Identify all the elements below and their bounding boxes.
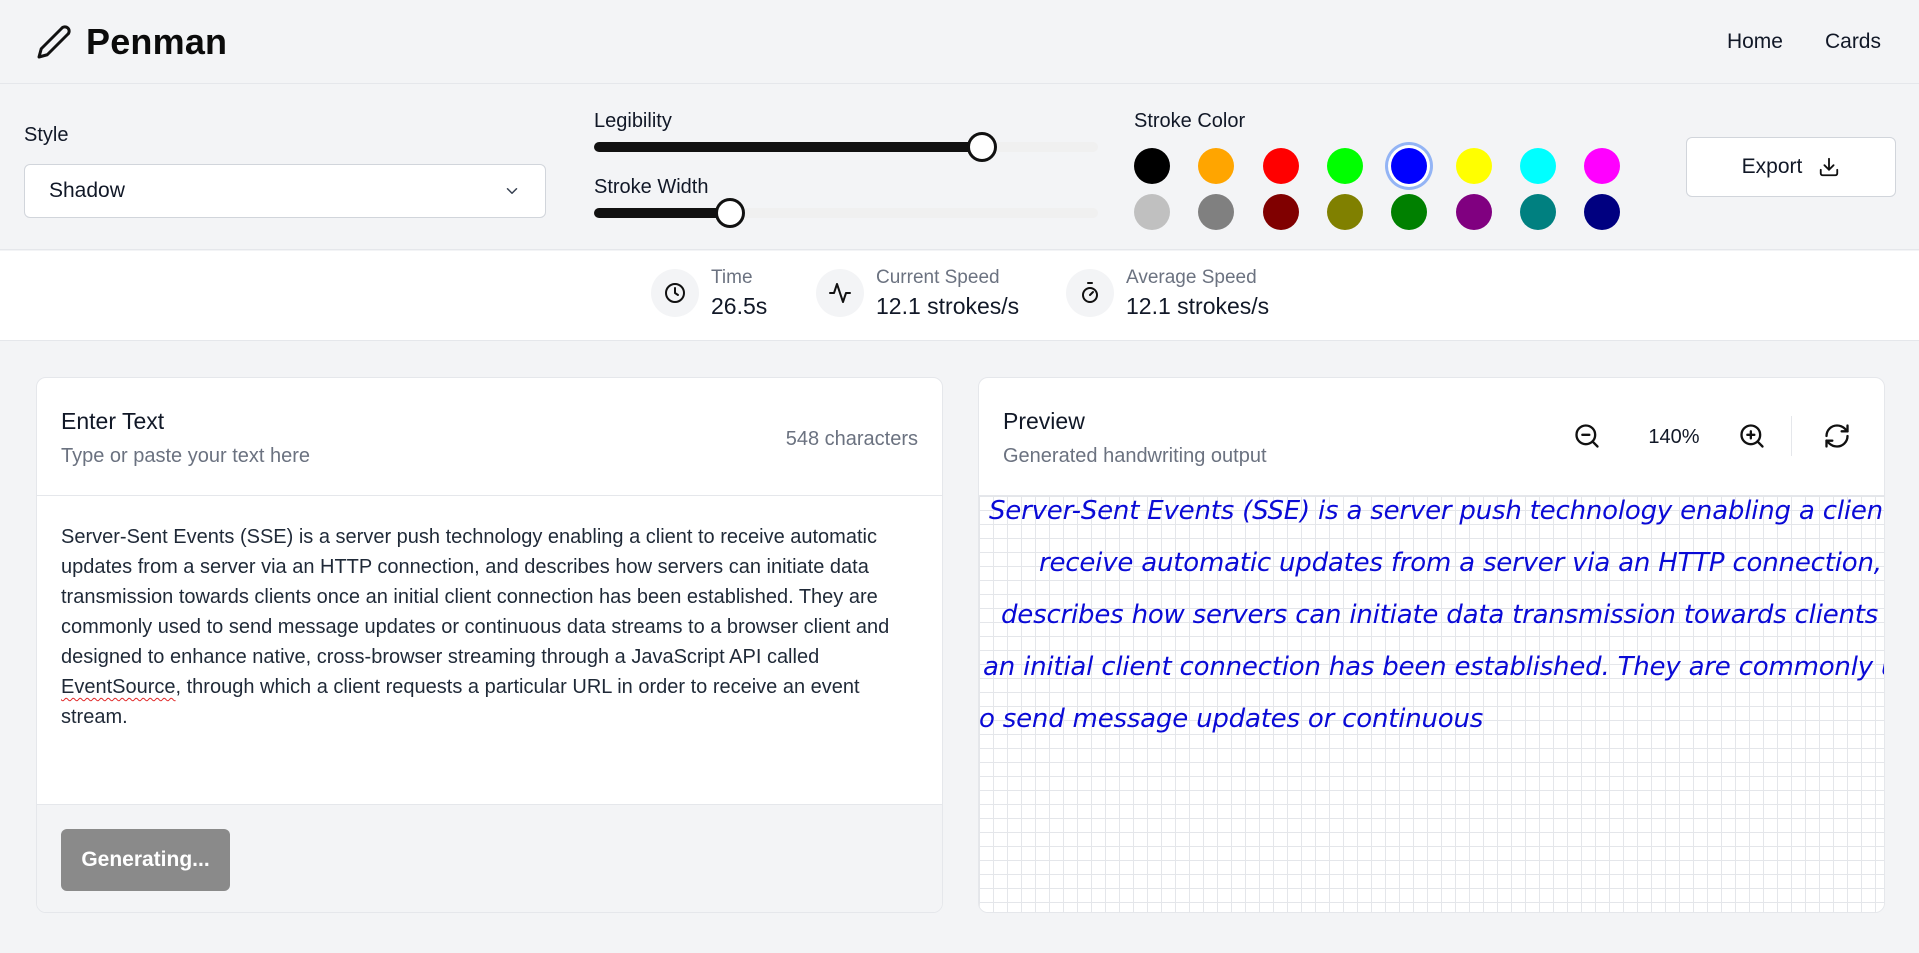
nav-home-link[interactable]: Home xyxy=(1727,30,1783,54)
handwriting-canvas: Server-Sent Events (SSE) is a server pus… xyxy=(979,496,1884,912)
preview-panel-title: Preview xyxy=(1003,408,1085,434)
handwriting-line: receive automatic updates from a server … xyxy=(1039,548,1884,578)
input-panel-subtitle: Type or paste your text here xyxy=(61,445,311,467)
chevron-down-icon xyxy=(506,188,518,194)
character-count: 548 characters xyxy=(785,428,918,450)
legibility-slider[interactable] xyxy=(594,132,1098,162)
time-stat: Time 26.5s xyxy=(651,265,767,321)
zoom-in-icon[interactable] xyxy=(1738,422,1766,450)
toolbar-divider xyxy=(1791,416,1792,456)
download-icon xyxy=(1820,157,1839,177)
controls-bar: Style Shadow Legibility Stroke Width Str… xyxy=(0,84,1919,250)
average-speed-value: 12.1 strokes/s xyxy=(1126,293,1270,319)
color-swatch[interactable] xyxy=(1584,194,1621,230)
nav-cards-link[interactable]: Cards xyxy=(1825,30,1881,54)
input-panel-title: Enter Text xyxy=(61,408,165,434)
stroke-width-thumb[interactable] xyxy=(715,198,746,228)
color-swatch[interactable] xyxy=(1455,194,1492,230)
style-select[interactable]: Shadow xyxy=(24,164,546,218)
pen-icon xyxy=(37,24,71,58)
stroke-width-label: Stroke Width xyxy=(594,176,709,198)
color-swatch[interactable] xyxy=(1198,148,1235,184)
export-label: Export xyxy=(1741,155,1803,178)
color-swatch[interactable] xyxy=(1134,148,1170,184)
main-nav: Home Cards xyxy=(1727,30,1883,54)
text-input-content-end: , through which a client requests a part… xyxy=(61,676,860,728)
stats-bar: Time 26.5s Current Speed 12.1 strokes/s … xyxy=(0,251,1919,341)
color-swatch[interactable] xyxy=(1391,194,1428,230)
handwriting-line: describes how servers can initiate data … xyxy=(1001,600,1884,630)
color-swatch[interactable] xyxy=(1391,148,1428,184)
time-value: 26.5s xyxy=(711,293,768,319)
activity-icon xyxy=(816,269,864,317)
handwriting-line: an initial client connection has been es… xyxy=(983,652,1884,682)
handwriting-line: Server-Sent Events (SSE) is a server pus… xyxy=(989,496,1884,526)
app-title: Penman xyxy=(86,20,228,62)
text-input[interactable]: Server-Sent Events (SSE) is a server pus… xyxy=(61,522,921,732)
reset-icon[interactable] xyxy=(1823,422,1851,450)
color-swatch[interactable] xyxy=(1584,148,1621,184)
timer-icon xyxy=(1066,269,1114,317)
preview-panel-header: Preview Generated handwriting output 140… xyxy=(979,378,1884,496)
color-swatch[interactable] xyxy=(1326,194,1363,230)
color-swatch[interactable] xyxy=(1262,148,1299,184)
legibility-thumb[interactable] xyxy=(967,132,998,162)
current-speed-label: Current Speed xyxy=(876,267,1000,288)
input-panel-header: Enter Text Type or paste your text here … xyxy=(37,378,942,496)
color-swatch[interactable] xyxy=(1198,194,1235,230)
color-swatch[interactable] xyxy=(1519,194,1556,230)
handwriting-line: o send message updates or continuous xyxy=(979,704,1484,734)
input-panel: Enter Text Type or paste your text here … xyxy=(36,377,943,913)
current-speed-stat: Current Speed 12.1 strokes/s xyxy=(816,265,1019,321)
color-swatch[interactable] xyxy=(1262,194,1299,230)
average-speed-stat: Average Speed 12.1 strokes/s xyxy=(1066,265,1269,321)
style-label: Style xyxy=(24,124,69,146)
zoom-out-icon[interactable] xyxy=(1573,422,1601,450)
stroke-color-label: Stroke Color xyxy=(1134,110,1246,132)
current-speed-value: 12.1 strokes/s xyxy=(876,293,1020,319)
color-swatch[interactable] xyxy=(1326,148,1363,184)
stroke-width-slider[interactable] xyxy=(594,198,1098,228)
legibility-fill xyxy=(594,142,983,152)
style-select-value: Shadow xyxy=(49,179,125,202)
generate-button[interactable]: Generating... xyxy=(61,829,230,891)
average-speed-label: Average Speed xyxy=(1126,267,1257,288)
export-button[interactable]: Export xyxy=(1686,137,1896,197)
color-swatch[interactable] xyxy=(1134,194,1170,230)
color-swatch[interactable] xyxy=(1519,148,1556,184)
misspelled-word: EventSource xyxy=(61,676,176,698)
legibility-label: Legibility xyxy=(594,110,672,132)
app-header: Penman Home Cards xyxy=(0,0,1919,84)
brand[interactable]: Penman xyxy=(36,21,227,63)
text-input-content: Server-Sent Events (SSE) is a server pus… xyxy=(61,526,890,668)
preview-panel: Preview Generated handwriting output 140… xyxy=(978,377,1885,913)
zoom-level: 140% xyxy=(1648,426,1700,448)
clock-icon xyxy=(651,269,699,317)
color-swatch[interactable] xyxy=(1455,148,1492,184)
input-panel-footer: Generating... xyxy=(37,804,942,912)
time-label: Time xyxy=(711,267,753,288)
stroke-width-fill xyxy=(594,208,731,218)
preview-panel-subtitle: Generated handwriting output xyxy=(1003,445,1267,467)
